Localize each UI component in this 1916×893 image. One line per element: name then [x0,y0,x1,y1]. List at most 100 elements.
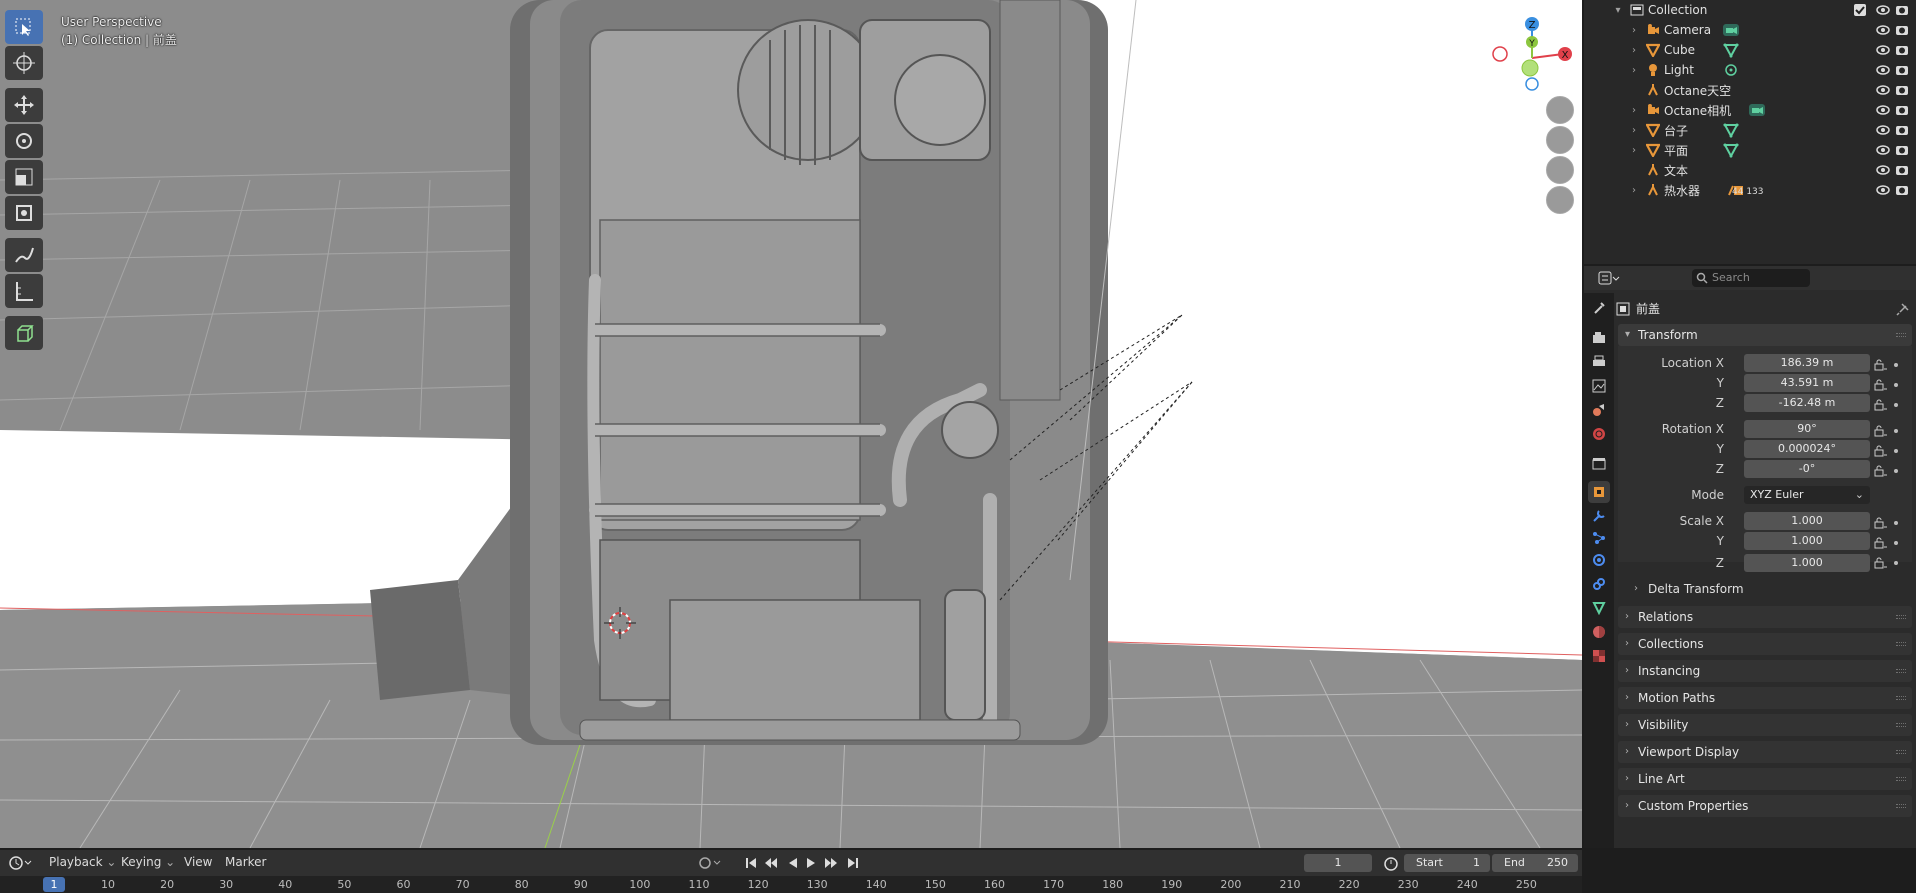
render-camera-icon[interactable] [1895,83,1909,97]
light-data-icon[interactable] [1722,62,1740,78]
modifier-tab[interactable] [1588,505,1610,527]
annotate-tool[interactable] [5,238,43,272]
prev-keyframe-icon[interactable] [764,856,778,870]
chevron-right-icon[interactable]: › [1628,25,1640,36]
select-box-tool[interactable] [5,10,43,44]
drag-grip-icon[interactable] [1896,615,1906,619]
outliner-item[interactable]: › 台子 [1584,120,1916,140]
particles-tab[interactable] [1588,527,1610,549]
chevron-down-icon[interactable]: ▾ [1612,5,1624,16]
rotation-z-field[interactable]: -0° [1744,460,1870,478]
render-camera-icon[interactable] [1895,23,1909,37]
render-camera-icon[interactable] [1895,43,1909,57]
drag-grip-icon[interactable] [1896,696,1906,700]
scale-y-field[interactable]: 1.000 [1744,532,1870,550]
eye-icon[interactable] [1876,83,1890,97]
move-tool[interactable] [5,88,43,122]
panel-collections[interactable]: › Collections [1618,633,1912,655]
properties-editor[interactable]: Search 前盖 前盖 ▾ Transform [1584,266,1916,848]
render-camera-icon[interactable] [1895,183,1909,197]
play-reverse-icon[interactable] [786,856,800,870]
eye-icon[interactable] [1876,63,1890,77]
camera-view-button[interactable] [1546,156,1574,184]
outliner-item[interactable]: 文本 [1584,160,1916,180]
render-camera-icon[interactable] [1895,3,1909,17]
eye-icon[interactable] [1876,23,1890,37]
zoom-view-button[interactable] [1546,96,1574,124]
lock-icon[interactable] [1874,379,1887,391]
view-menu[interactable]: View [184,855,212,869]
collection-tab[interactable] [1588,453,1610,475]
scale-x-field[interactable]: 1.000 [1744,512,1870,530]
constraints-tab[interactable] [1588,573,1610,595]
chevron-right-icon[interactable]: › [1628,45,1640,56]
outliner[interactable]: ▾ Collection › Camera › Cube › Light Octane天空 ›… [1584,0,1916,264]
panel-viewport-display[interactable]: › Viewport Display [1618,741,1912,763]
playback-menu[interactable]: Playback ⌄ [49,855,116,869]
ortho-toggle-button[interactable] [1546,186,1574,214]
keyframe-dot-icon[interactable] [1894,521,1898,525]
render-camera-icon[interactable] [1895,163,1909,177]
outliner-item[interactable]: › Cube [1584,40,1916,60]
output-tab[interactable] [1588,351,1610,373]
keyframe-dot-icon[interactable] [1894,363,1898,367]
eye-icon[interactable] [1876,163,1890,177]
world-tab[interactable] [1588,423,1610,445]
delta-transform-subpanel[interactable]: › Delta Transform [1628,578,1902,600]
stopwatch-icon[interactable] [1383,855,1399,874]
panel-instancing[interactable]: › Instancing [1618,660,1912,682]
render-camera-icon[interactable] [1895,103,1909,117]
cursor-tool[interactable] [5,46,43,80]
playhead-frame[interactable]: 1 [43,877,65,892]
timeline-editor[interactable]: Playback ⌄ Keying ⌄ View Marker 1 Start … [0,850,1582,893]
render-tab[interactable] [1588,327,1610,349]
panel-motion-paths[interactable]: › Motion Paths [1618,687,1912,709]
location-y-field[interactable]: 43.591 m [1744,374,1870,392]
data-tab[interactable] [1588,597,1610,619]
panel-custom-properties[interactable]: › Custom Properties [1618,795,1912,817]
material-tab[interactable] [1588,621,1610,643]
keyframe-dot-icon[interactable] [1894,449,1898,453]
render-camera-icon[interactable] [1895,123,1909,137]
outliner-item[interactable]: › Camera [1584,20,1916,40]
physics-tab[interactable] [1588,549,1610,571]
play-icon[interactable] [804,856,818,870]
end-frame-field[interactable]: End 250 [1492,854,1578,872]
keyframe-dot-icon[interactable] [1894,383,1898,387]
view-layer-tab[interactable] [1588,375,1610,397]
lock-icon[interactable] [1874,399,1887,411]
start-frame-field[interactable]: Start 1 [1404,854,1490,872]
rotation-y-field[interactable]: 0.000024° [1744,440,1870,458]
eye-icon[interactable] [1876,103,1890,117]
outliner-item[interactable]: › Light [1584,60,1916,80]
panel-visibility[interactable]: › Visibility [1618,714,1912,736]
drag-grip-icon[interactable] [1896,333,1906,337]
lock-icon[interactable] [1874,517,1887,529]
drag-grip-icon[interactable] [1896,669,1906,673]
drag-grip-icon[interactable] [1896,750,1906,754]
panel-line-art[interactable]: › Line Art [1618,768,1912,790]
lock-icon[interactable] [1874,537,1887,549]
scale-z-field[interactable]: 1.000 [1744,554,1870,572]
eye-icon[interactable] [1876,43,1890,57]
rotate-tool[interactable] [5,124,43,158]
checkbox-icon[interactable] [1854,4,1866,16]
keying-menu[interactable]: Keying ⌄ [121,855,175,869]
chevron-right-icon[interactable]: › [1628,185,1640,196]
lock-icon[interactable] [1874,557,1887,569]
next-keyframe-icon[interactable] [824,856,838,870]
transform-panel-header[interactable]: ▾ Transform [1618,324,1912,346]
pan-view-button[interactable] [1546,126,1574,154]
keyframe-dot-icon[interactable] [1894,403,1898,407]
location-z-field[interactable]: -162.48 m [1744,394,1870,412]
lock-icon[interactable] [1874,465,1887,477]
rotation-mode-select[interactable]: XYZ Euler ⌄ [1744,486,1870,504]
eye-icon[interactable] [1876,143,1890,157]
chevron-right-icon[interactable]: › [1628,65,1640,76]
texture-tab[interactable] [1588,645,1610,667]
scale-tool[interactable] [5,160,43,194]
camera-data-icon[interactable] [1748,102,1766,118]
chevron-right-icon[interactable]: › [1628,145,1640,156]
lock-icon[interactable] [1874,445,1887,457]
scene-tab[interactable] [1588,399,1610,421]
